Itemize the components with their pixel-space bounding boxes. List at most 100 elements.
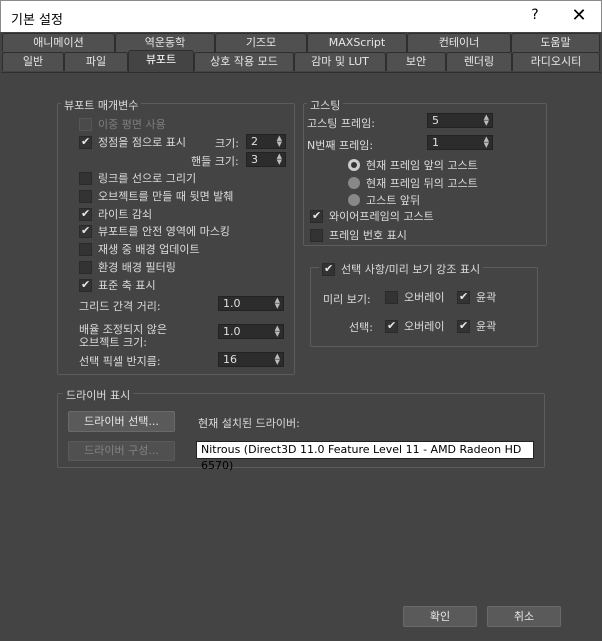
- tab-general[interactable]: 일반: [2, 52, 64, 71]
- checkbox[interactable]: [79, 260, 92, 274]
- ghost-frames-spinner[interactable]: 5 ▲ ▼: [427, 113, 493, 128]
- tab-gizmos[interactable]: 기즈모: [215, 33, 307, 52]
- checkbox[interactable]: [79, 278, 92, 292]
- display-axis-label: 표준 축 표시: [98, 279, 156, 292]
- ghost-wireframe-label: 와이어프레임의 고스트: [329, 210, 434, 223]
- tab-security[interactable]: 보안: [386, 52, 446, 71]
- checkbox[interactable]: [79, 189, 92, 203]
- select-outline-checkbox[interactable]: 윤곽: [457, 318, 496, 334]
- backface-cull-checkbox[interactable]: 오브젝트를 만들 때 뒷면 발췌: [79, 188, 233, 204]
- filter-env-checkbox[interactable]: 환경 배경 필터링: [79, 259, 176, 275]
- tab-viewports[interactable]: 뷰포트: [128, 50, 194, 72]
- preview-label: 미리 보기:: [323, 293, 371, 306]
- checkbox[interactable]: [310, 209, 323, 223]
- grid-nudge-spinner[interactable]: 1.0 ▲ ▼: [218, 296, 284, 311]
- radio[interactable]: [348, 194, 360, 206]
- size-label: 크기:: [215, 137, 239, 150]
- preview-overlay-checkbox[interactable]: 오버레이: [385, 289, 444, 305]
- tab-radiosity[interactable]: 라디오시티: [512, 52, 600, 71]
- driver-title: 드라이버 표시: [63, 387, 134, 403]
- attenuate-lights-checkbox[interactable]: 라이트 감쇠: [79, 206, 152, 222]
- draw-links-checkbox[interactable]: 링크를 선으로 그리기: [79, 170, 196, 186]
- ghost-after-radio[interactable]: 현재 프레임 뒤의 고스트: [348, 175, 478, 191]
- tab-maxscript[interactable]: MAXScript: [307, 33, 407, 52]
- configure-driver-button[interactable]: 드라이버 구성...: [68, 441, 175, 461]
- nth-frame-spinner[interactable]: 1 ▲ ▼: [427, 135, 493, 150]
- title-bar: 기본 설정 ? ✕: [0, 0, 602, 32]
- installed-driver-label: 현재 설치된 드라이버:: [198, 417, 300, 430]
- size-value: 2: [251, 135, 258, 148]
- size-spinner[interactable]: 2 ▲ ▼: [246, 134, 286, 149]
- checkbox[interactable]: [79, 242, 92, 256]
- checkbox[interactable]: [385, 290, 398, 304]
- pick-radius-value: 16: [223, 353, 237, 366]
- checkbox[interactable]: [310, 228, 323, 242]
- highlight-title: 선택 사항/미리 보기 강조 표시: [341, 263, 481, 276]
- preview-outline-checkbox[interactable]: 윤곽: [457, 289, 496, 305]
- close-icon[interactable]: ✕: [568, 5, 590, 26]
- ghost-wireframe-checkbox[interactable]: 와이어프레임의 고스트: [310, 208, 434, 224]
- ghost-before-radio[interactable]: 현재 프레임 앞의 고스트: [348, 157, 478, 173]
- nth-frame-value: 1: [432, 136, 439, 149]
- spinner-arrows-icon[interactable]: ▲ ▼: [275, 325, 280, 338]
- non-scaled-spinner[interactable]: 1.0 ▲ ▼: [218, 324, 284, 339]
- tab-animation[interactable]: 애니메이션: [2, 33, 115, 52]
- checkbox[interactable]: [79, 135, 92, 149]
- pick-radius-spinner[interactable]: 16 ▲ ▼: [218, 352, 284, 367]
- radio[interactable]: [348, 159, 360, 171]
- dual-plane-label: 이중 평면 사용: [98, 118, 166, 131]
- spinner-arrows-icon[interactable]: ▲ ▼: [484, 114, 489, 127]
- nth-frame-label: N번째 프레임:: [307, 139, 374, 152]
- tab-help[interactable]: 도움말: [511, 33, 600, 52]
- selection-label: 선택:: [349, 321, 373, 334]
- installed-driver-field: Nitrous (Direct3D 11.0 Feature Level 11 …: [196, 441, 534, 472]
- mask-safe-checkbox[interactable]: 뷰포트를 안전 영역에 마스킹: [79, 223, 230, 239]
- checkbox[interactable]: [79, 207, 92, 221]
- draw-links-label: 링크를 선으로 그리기: [98, 172, 197, 185]
- choose-driver-button[interactable]: 드라이버 선택...: [68, 411, 175, 432]
- spinner-arrows-icon[interactable]: ▲ ▼: [484, 136, 489, 149]
- ok-button[interactable]: 확인: [403, 606, 477, 627]
- spinner-arrows-icon[interactable]: ▲ ▼: [277, 153, 282, 166]
- update-bg-label: 재생 중 배경 업데이트: [98, 243, 200, 256]
- handle-size-spinner[interactable]: 3 ▲ ▼: [246, 152, 286, 167]
- tab-containers[interactable]: 컨테이너: [407, 33, 511, 52]
- viewport-params-title: 뷰포트 매개변수: [61, 97, 142, 113]
- checkbox[interactable]: [457, 319, 470, 333]
- cancel-button[interactable]: 취소: [487, 606, 561, 627]
- ghost-both-radio[interactable]: 고스트 앞뒤: [348, 192, 420, 208]
- preview-outline-label: 윤곽: [476, 291, 497, 304]
- tab-strip: 애니메이션 역운동학 기즈모 MAXScript 컨테이너 도움말 일반 파일 …: [0, 32, 602, 72]
- tab-rendering[interactable]: 렌더링: [446, 52, 512, 71]
- checkbox[interactable]: [79, 224, 92, 238]
- frame-numbers-label: 프레임 번호 표시: [329, 229, 407, 242]
- update-bg-checkbox[interactable]: 재생 중 배경 업데이트: [79, 241, 200, 257]
- tab-gamma-lut[interactable]: 감마 및 LUT: [294, 52, 386, 71]
- display-axis-checkbox[interactable]: 표준 축 표시: [79, 277, 156, 293]
- checkbox[interactable]: [322, 262, 335, 276]
- ghost-frames-label: 고스팅 프레임:: [307, 117, 375, 130]
- ghost-both-label: 고스트 앞뒤: [366, 194, 421, 207]
- ghost-before-label: 현재 프레임 앞의 고스트: [366, 159, 478, 172]
- vertex-dots-checkbox[interactable]: 정점을 점으로 표시: [79, 134, 186, 150]
- window-title: 기본 설정: [11, 13, 63, 28]
- highlight-checkbox[interactable]: 선택 사항/미리 보기 강조 표시: [319, 261, 484, 277]
- spinner-arrows-icon[interactable]: ▲ ▼: [275, 353, 280, 366]
- tab-files[interactable]: 파일: [64, 52, 128, 71]
- grid-nudge-value: 1.0: [223, 297, 241, 310]
- frame-numbers-checkbox[interactable]: 프레임 번호 표시: [310, 227, 407, 243]
- radio[interactable]: [348, 177, 360, 189]
- attenuate-lights-label: 라이트 감쇠: [98, 208, 153, 221]
- checkbox[interactable]: [79, 117, 92, 131]
- viewports-panel: 뷰포트 매개변수 이중 평면 사용 정점을 점으로 표시 크기: 2 ▲▼ 핸들 …: [1, 72, 601, 640]
- checkbox[interactable]: [457, 290, 470, 304]
- dual-plane-checkbox[interactable]: 이중 평면 사용: [79, 116, 166, 132]
- spinner-arrows-icon[interactable]: ▲ ▼: [277, 135, 282, 148]
- spinner-arrows-icon[interactable]: ▲ ▼: [275, 297, 280, 310]
- non-scaled-label-2: 오브젝트 크기:: [79, 336, 147, 349]
- help-icon[interactable]: ?: [525, 7, 545, 23]
- tab-interaction-mode[interactable]: 상호 작용 모드: [194, 52, 294, 71]
- checkbox[interactable]: [79, 171, 92, 185]
- select-overlay-checkbox[interactable]: 오버레이: [385, 318, 444, 334]
- checkbox[interactable]: [385, 319, 398, 333]
